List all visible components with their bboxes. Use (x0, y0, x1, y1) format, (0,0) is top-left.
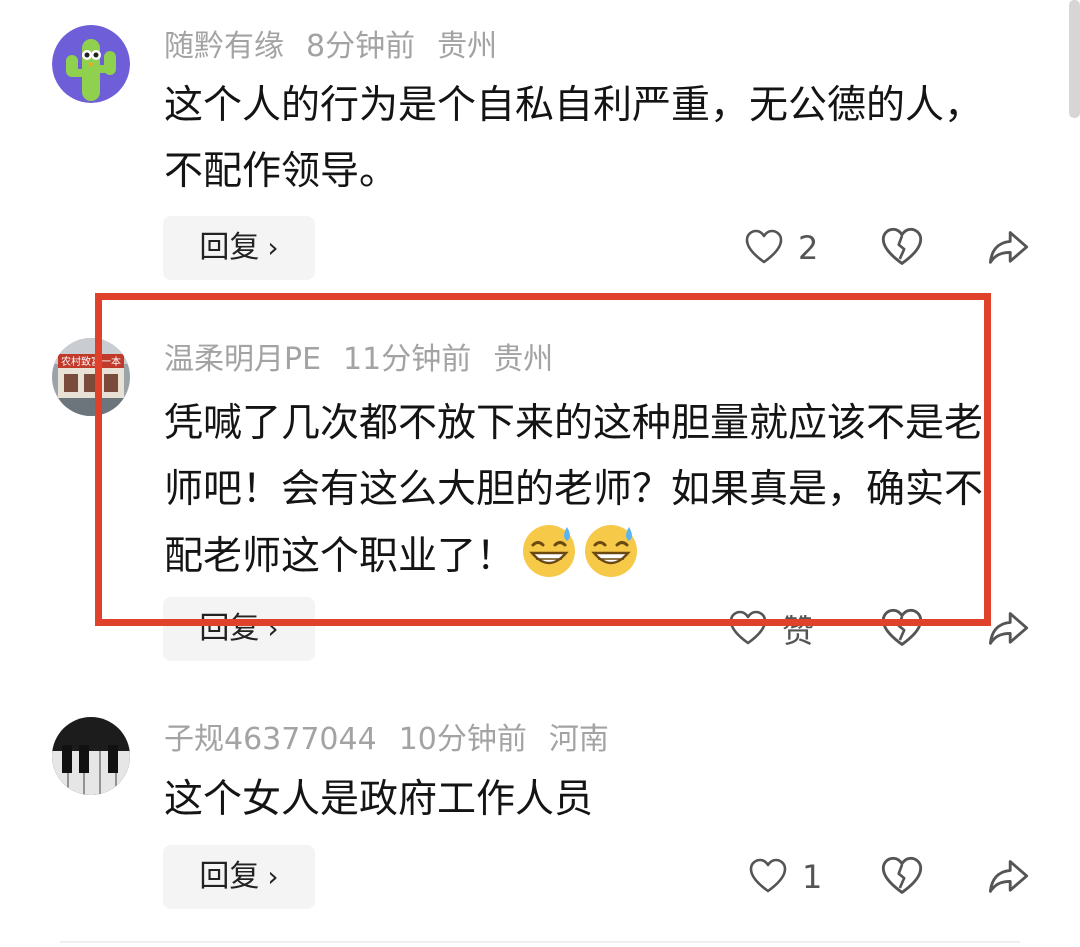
avatar-sign-text: 农村致富一本 (61, 355, 121, 368)
grin-sweat-emoji (523, 525, 576, 577)
chevron-right-icon: › (267, 860, 279, 893)
reply-button[interactable]: 回复 › (163, 216, 315, 280)
reply-label: 回复 (199, 611, 260, 646)
location: 贵州 (437, 29, 498, 64)
dislike-button[interactable] (880, 855, 924, 899)
username[interactable]: 随黔有缘 (164, 29, 284, 64)
reply-label: 回复 (199, 230, 260, 265)
comment-meta: 温柔明月PE 11分钟前 贵州 (164, 340, 575, 380)
share-button[interactable] (986, 607, 1030, 651)
avatar[interactable] (52, 25, 130, 103)
avatar[interactable]: 农村致富一本 (52, 338, 130, 416)
reply-label: 回复 (199, 859, 260, 894)
location: 贵州 (493, 342, 554, 377)
like-label: 赞 (782, 612, 815, 650)
broken-heart-icon (881, 608, 923, 646)
heart-icon (749, 858, 787, 893)
avatar[interactable] (52, 717, 130, 795)
cactus-avatar-icon (52, 25, 130, 103)
chevron-right-icon: › (267, 231, 279, 264)
share-arrow-icon (988, 612, 1029, 645)
dislike-button[interactable] (880, 607, 924, 651)
share-button[interactable] (986, 855, 1030, 899)
like-count: 2 (798, 229, 819, 267)
like-button[interactable]: 2 (744, 216, 818, 280)
broken-heart-icon (881, 856, 923, 894)
share-button[interactable] (986, 226, 1030, 270)
dislike-button[interactable] (880, 226, 924, 270)
grin-sweat-emoji (585, 525, 638, 577)
reply-button[interactable]: 回复 › (163, 845, 315, 909)
reply-button[interactable]: 回复 › (163, 597, 315, 661)
scrollbar[interactable] (1069, 0, 1080, 118)
comment-text: 这个人的行为是个自私自利严重，无公德的人，不配作领导。 (164, 83, 984, 194)
username[interactable]: 子规46377044 (164, 722, 377, 757)
divider (60, 941, 1020, 943)
share-arrow-icon (988, 231, 1029, 264)
heart-icon (745, 229, 783, 264)
timestamp: 10分钟前 (398, 722, 527, 757)
like-count: 1 (802, 858, 823, 896)
comment-meta: 随黔有缘 8分钟前 贵州 (164, 27, 519, 67)
like-button[interactable]: 赞 (728, 597, 814, 661)
storefront-avatar-icon: 农村致富一本 (52, 338, 130, 416)
comment-meta: 子规46377044 10分钟前 河南 (164, 720, 631, 760)
chevron-right-icon: › (267, 612, 279, 645)
timestamp: 11分钟前 (343, 342, 472, 377)
timestamp: 8分钟前 (306, 29, 416, 64)
username[interactable]: 温柔明月PE (164, 342, 321, 377)
share-arrow-icon (988, 860, 1029, 893)
location: 河南 (548, 722, 609, 757)
like-button[interactable]: 1 (748, 845, 822, 909)
comment-text: 这个女人是政府工作人员 (164, 777, 594, 822)
heart-icon (729, 610, 767, 645)
comment-text: 凭喊了几次都不放下来的这种胆量就应该不是老师吧！会有这么大胆的老师？如果真是，确… (164, 391, 1009, 590)
piano-keys-avatar-icon (52, 717, 130, 795)
broken-heart-icon (881, 227, 923, 265)
